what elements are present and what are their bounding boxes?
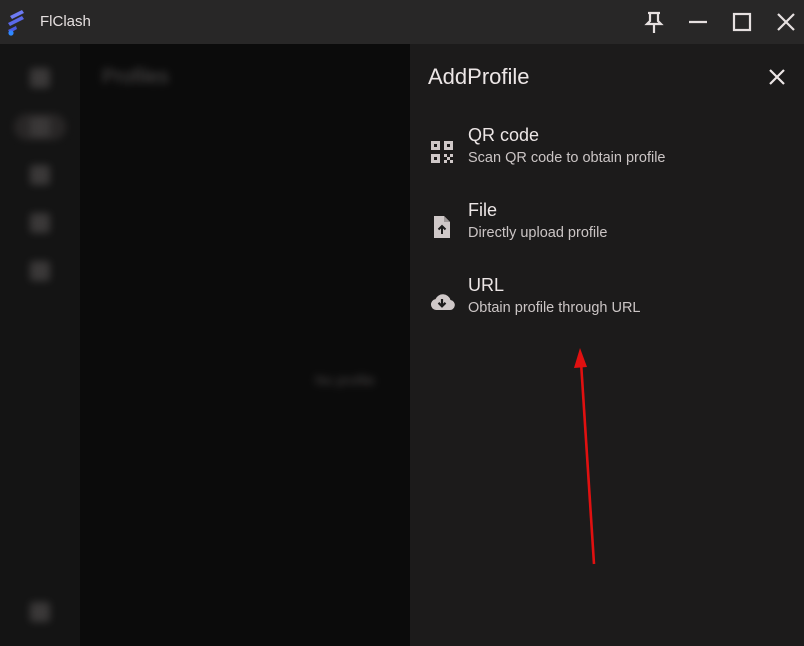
upload-file-icon [428,213,456,241]
maximize-icon [732,12,752,32]
background-app-area: Profiles No profile [0,44,410,646]
option-description: Obtain profile through URL [468,300,641,316]
option-description: Directly upload profile [468,225,608,241]
close-icon [769,69,785,85]
option-label: URL [468,275,505,295]
option-qr-code[interactable]: QR code Scan QR code to obtain profile [410,122,804,186]
window-close-button[interactable] [772,8,800,36]
qr-code-icon [428,138,456,166]
maximize-button[interactable] [728,8,756,36]
annotation-arrow [574,348,596,565]
pin-button[interactable] [640,8,668,36]
option-url[interactable]: URL Obtain profile through URL [410,272,804,336]
cloud-download-icon [428,288,456,316]
background-page-title: Profiles [102,66,169,88]
option-label: QR code [468,125,540,145]
dashboard-icon [30,68,50,88]
settings-icon [30,602,50,622]
navigation-rail [0,44,80,646]
proxies-icon [30,165,50,185]
tools-icon [30,261,50,281]
background-empty-text: No profile [315,372,375,388]
minimize-button[interactable] [684,8,712,36]
option-label: File [468,200,498,220]
minimize-icon [689,20,707,24]
option-file[interactable]: File Directly upload profile [410,197,804,261]
close-icon [777,13,795,31]
app-logo-icon [8,10,24,36]
app-title: FlClash [40,13,91,30]
pin-icon [644,11,664,33]
option-description: Scan QR code to obtain profile [468,150,666,166]
title-bar: FlClash [0,0,804,44]
sheet-title: AddProfile [428,64,530,89]
profiles-icon [30,117,50,137]
sheet-close-button[interactable] [764,64,790,90]
logs-icon [30,213,50,233]
